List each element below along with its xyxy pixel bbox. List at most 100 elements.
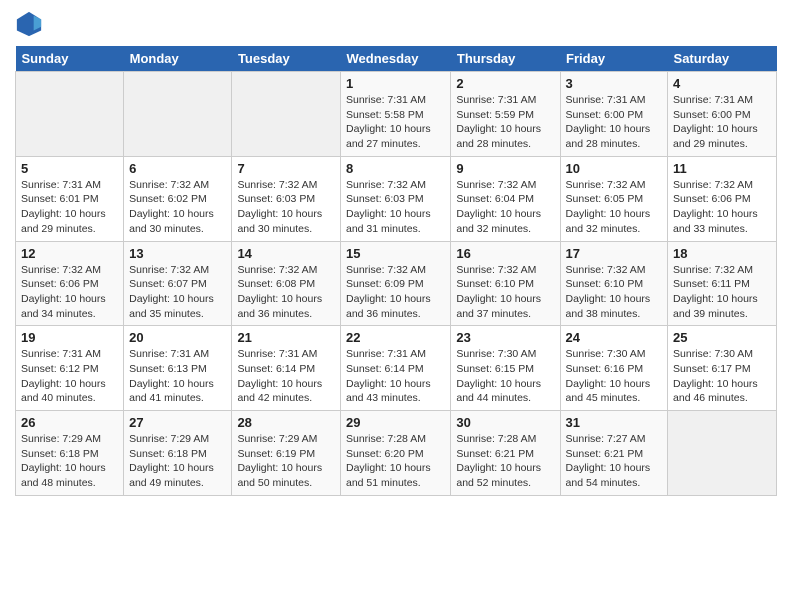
day-number: 9 <box>456 161 554 176</box>
day-number: 11 <box>673 161 771 176</box>
day-info: Sunrise: 7:31 AMSunset: 6:14 PMDaylight:… <box>237 347 335 406</box>
day-number: 24 <box>566 330 662 345</box>
calendar-header-cell: Monday <box>124 46 232 72</box>
calendar-header-cell: Thursday <box>451 46 560 72</box>
calendar-cell: 14Sunrise: 7:32 AMSunset: 6:08 PMDayligh… <box>232 241 341 326</box>
day-info: Sunrise: 7:31 AMSunset: 6:00 PMDaylight:… <box>673 93 771 152</box>
day-number: 8 <box>346 161 445 176</box>
day-info: Sunrise: 7:32 AMSunset: 6:02 PMDaylight:… <box>129 178 226 237</box>
calendar-cell: 11 Sunrise: 7:32 AMSunset: 6:06 PMDayligh… <box>668 156 777 241</box>
day-number: 2 <box>456 76 554 91</box>
calendar-cell: 18Sunrise: 7:32 AMSunset: 6:11 PMDayligh… <box>668 241 777 326</box>
day-info: Sunrise: 7:29 AMSunset: 6:18 PMDaylight:… <box>129 432 226 491</box>
calendar-cell: 12 Sunrise: 7:32 AMSunset: 6:06 PMDayligh… <box>16 241 124 326</box>
day-number: 1 <box>346 76 445 91</box>
day-number: 29 <box>346 415 445 430</box>
day-info: Sunrise: 7:32 AMSunset: 6:03 PMDaylight:… <box>237 178 335 237</box>
day-number: 21 <box>237 330 335 345</box>
calendar-cell <box>232 72 341 157</box>
day-number: 13 <box>129 246 226 261</box>
day-info: Sunrise: 7:32 AMSunset: 6:06 PMDaylight:… <box>673 178 771 237</box>
day-number: 23 <box>456 330 554 345</box>
calendar-header-cell: Friday <box>560 46 667 72</box>
day-number: 31 <box>566 415 662 430</box>
calendar-cell: 30 Sunrise: 7:28 AMSunset: 6:21 PMDayligh… <box>451 411 560 496</box>
calendar-cell: 19 Sunrise: 7:31 AMSunset: 6:12 PMDayligh… <box>16 326 124 411</box>
calendar-cell: 22Sunrise: 7:31 AMSunset: 6:14 PMDayligh… <box>341 326 451 411</box>
calendar-cell: 15Sunrise: 7:32 AMSunset: 6:09 PMDayligh… <box>341 241 451 326</box>
day-number: 6 <box>129 161 226 176</box>
day-number: 7 <box>237 161 335 176</box>
calendar-week-row: 1Sunrise: 7:31 AMSunset: 5:58 PMDaylight… <box>16 72 777 157</box>
day-info: Sunrise: 7:32 AMSunset: 6:10 PMDaylight:… <box>456 263 554 322</box>
calendar-cell: 4 Sunrise: 7:31 AMSunset: 6:00 PMDaylight… <box>668 72 777 157</box>
calendar-week-row: 19 Sunrise: 7:31 AMSunset: 6:12 PMDayligh… <box>16 326 777 411</box>
day-info: Sunrise: 7:28 AMSunset: 6:21 PMDaylight:… <box>456 432 554 491</box>
day-number: 12 <box>21 246 118 261</box>
calendar-cell: 31 Sunrise: 7:27 AMSunset: 6:21 PMDayligh… <box>560 411 667 496</box>
day-number: 5 <box>21 161 118 176</box>
calendar-body: 1Sunrise: 7:31 AMSunset: 5:58 PMDaylight… <box>16 72 777 496</box>
calendar-cell: 20 Sunrise: 7:31 AMSunset: 6:13 PMDayligh… <box>124 326 232 411</box>
calendar-cell: 8 Sunrise: 7:32 AMSunset: 6:03 PMDaylight… <box>341 156 451 241</box>
day-info: Sunrise: 7:30 AMSunset: 6:16 PMDaylight:… <box>566 347 662 406</box>
calendar-cell: 29 Sunrise: 7:28 AMSunset: 6:20 PMDayligh… <box>341 411 451 496</box>
day-number: 16 <box>456 246 554 261</box>
calendar-header-row: SundayMondayTuesdayWednesdayThursdayFrid… <box>16 46 777 72</box>
day-info: Sunrise: 7:30 AMSunset: 6:17 PMDaylight:… <box>673 347 771 406</box>
day-number: 27 <box>129 415 226 430</box>
logo <box>15 10 47 38</box>
day-info: Sunrise: 7:32 AMSunset: 6:07 PMDaylight:… <box>129 263 226 322</box>
day-info: Sunrise: 7:29 AMSunset: 6:18 PMDaylight:… <box>21 432 118 491</box>
logo-icon <box>15 10 43 38</box>
day-info: Sunrise: 7:32 AMSunset: 6:04 PMDaylight:… <box>456 178 554 237</box>
calendar-cell: 16 Sunrise: 7:32 AMSunset: 6:10 PMDayligh… <box>451 241 560 326</box>
calendar-cell: 24 Sunrise: 7:30 AMSunset: 6:16 PMDayligh… <box>560 326 667 411</box>
calendar-cell: 9 Sunrise: 7:32 AMSunset: 6:04 PMDaylight… <box>451 156 560 241</box>
calendar-header-cell: Saturday <box>668 46 777 72</box>
day-number: 4 <box>673 76 771 91</box>
day-info: Sunrise: 7:32 AMSunset: 6:08 PMDaylight:… <box>237 263 335 322</box>
calendar-cell: 25 Sunrise: 7:30 AMSunset: 6:17 PMDayligh… <box>668 326 777 411</box>
day-info: Sunrise: 7:27 AMSunset: 6:21 PMDaylight:… <box>566 432 662 491</box>
day-info: Sunrise: 7:30 AMSunset: 6:15 PMDaylight:… <box>456 347 554 406</box>
day-number: 28 <box>237 415 335 430</box>
day-info: Sunrise: 7:32 AMSunset: 6:03 PMDaylight:… <box>346 178 445 237</box>
day-number: 19 <box>21 330 118 345</box>
calendar-cell: 1Sunrise: 7:31 AMSunset: 5:58 PMDaylight… <box>341 72 451 157</box>
day-info: Sunrise: 7:31 AMSunset: 6:13 PMDaylight:… <box>129 347 226 406</box>
calendar-cell: 7 Sunrise: 7:32 AMSunset: 6:03 PMDaylight… <box>232 156 341 241</box>
day-info: Sunrise: 7:31 AMSunset: 6:12 PMDaylight:… <box>21 347 118 406</box>
day-info: Sunrise: 7:32 AMSunset: 6:05 PMDaylight:… <box>566 178 662 237</box>
day-number: 15 <box>346 246 445 261</box>
calendar-header-cell: Sunday <box>16 46 124 72</box>
calendar-header-cell: Wednesday <box>341 46 451 72</box>
calendar-cell: 27 Sunrise: 7:29 AMSunset: 6:18 PMDayligh… <box>124 411 232 496</box>
day-number: 3 <box>566 76 662 91</box>
calendar-week-row: 5Sunrise: 7:31 AMSunset: 6:01 PMDaylight… <box>16 156 777 241</box>
day-number: 26 <box>21 415 118 430</box>
day-info: Sunrise: 7:29 AMSunset: 6:19 PMDaylight:… <box>237 432 335 491</box>
calendar-table: SundayMondayTuesdayWednesdayThursdayFrid… <box>15 46 777 496</box>
day-info: Sunrise: 7:32 AMSunset: 6:10 PMDaylight:… <box>566 263 662 322</box>
header <box>15 10 777 38</box>
day-number: 17 <box>566 246 662 261</box>
calendar-cell: 6 Sunrise: 7:32 AMSunset: 6:02 PMDaylight… <box>124 156 232 241</box>
calendar-cell: 2Sunrise: 7:31 AMSunset: 5:59 PMDaylight… <box>451 72 560 157</box>
day-number: 30 <box>456 415 554 430</box>
calendar-cell: 3 Sunrise: 7:31 AMSunset: 6:00 PMDaylight… <box>560 72 667 157</box>
day-info: Sunrise: 7:32 AMSunset: 6:06 PMDaylight:… <box>21 263 118 322</box>
calendar-week-row: 26 Sunrise: 7:29 AMSunset: 6:18 PMDayligh… <box>16 411 777 496</box>
calendar-cell: 5Sunrise: 7:31 AMSunset: 6:01 PMDaylight… <box>16 156 124 241</box>
calendar-week-row: 12 Sunrise: 7:32 AMSunset: 6:06 PMDayligh… <box>16 241 777 326</box>
calendar-cell: 26 Sunrise: 7:29 AMSunset: 6:18 PMDayligh… <box>16 411 124 496</box>
day-info: Sunrise: 7:31 AMSunset: 6:00 PMDaylight:… <box>566 93 662 152</box>
calendar-cell <box>16 72 124 157</box>
day-info: Sunrise: 7:28 AMSunset: 6:20 PMDaylight:… <box>346 432 445 491</box>
day-info: Sunrise: 7:32 AMSunset: 6:11 PMDaylight:… <box>673 263 771 322</box>
calendar-cell: 21 Sunrise: 7:31 AMSunset: 6:14 PMDayligh… <box>232 326 341 411</box>
calendar-cell <box>124 72 232 157</box>
day-number: 20 <box>129 330 226 345</box>
day-number: 25 <box>673 330 771 345</box>
calendar-cell <box>668 411 777 496</box>
